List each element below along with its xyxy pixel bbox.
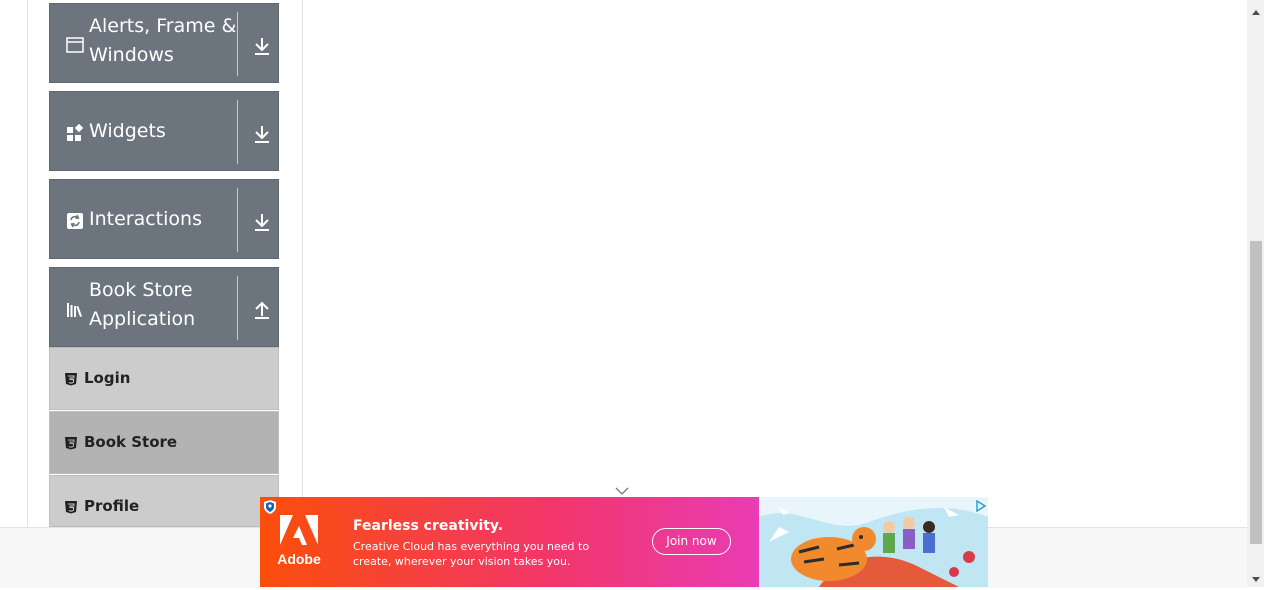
group-header-alerts-frame-windows[interactable]: Alerts, Frame & Windows bbox=[49, 3, 279, 83]
adobe-logo: Adobe bbox=[260, 497, 338, 587]
html5-icon bbox=[64, 436, 78, 450]
widgets-icon bbox=[66, 123, 84, 142]
left-divider bbox=[27, 0, 28, 527]
menu-item-label: Book Store bbox=[84, 433, 178, 451]
group-title: Interactions bbox=[89, 208, 202, 230]
interactions-icon bbox=[66, 212, 84, 230]
scroll-down-icon[interactable] bbox=[1250, 572, 1262, 582]
books-icon bbox=[66, 300, 84, 318]
download-arrow-icon[interactable] bbox=[252, 124, 272, 144]
group-title: Widgets bbox=[89, 120, 166, 142]
ad-body: Creative Cloud has everything you need t… bbox=[353, 540, 590, 568]
content-divider bbox=[302, 0, 303, 527]
window-icon bbox=[66, 36, 84, 54]
scroll-up-icon[interactable] bbox=[1250, 4, 1262, 15]
upload-arrow-icon[interactable] bbox=[252, 300, 272, 320]
download-arrow-icon[interactable] bbox=[252, 36, 272, 56]
ad-brand: Adobe bbox=[277, 551, 321, 567]
html5-icon bbox=[64, 500, 78, 514]
html5-icon bbox=[64, 372, 78, 386]
group-header-widgets[interactable]: Widgets bbox=[49, 91, 279, 171]
header-separator bbox=[237, 276, 238, 340]
group-title: Alerts, Frame & Windows bbox=[89, 15, 237, 66]
join-now-button[interactable]: Join now bbox=[652, 528, 731, 555]
group-header-book-store-application[interactable]: Book Store Application bbox=[49, 267, 279, 347]
menu-item-label: Profile bbox=[84, 497, 140, 515]
menu-item-login[interactable]: Login bbox=[49, 347, 279, 410]
menu-item-profile[interactable]: Profile bbox=[49, 475, 279, 527]
header-separator bbox=[237, 12, 238, 76]
chevron-down-icon[interactable] bbox=[614, 483, 630, 495]
ad-headline: Fearless creativity. bbox=[353, 518, 504, 534]
menu-item-label: Login bbox=[84, 369, 131, 387]
adchoices-icon[interactable] bbox=[974, 499, 987, 513]
download-arrow-icon[interactable] bbox=[252, 212, 272, 232]
advertisement-banner[interactable]: Adobe Fearless creativity. Creative Clou… bbox=[260, 497, 988, 587]
group-header-interactions[interactable]: Interactions bbox=[49, 179, 279, 259]
group-title: Book Store Application bbox=[89, 279, 196, 330]
menu-item-book-store[interactable]: Book Store bbox=[49, 411, 279, 474]
scrollbar-thumb[interactable] bbox=[1250, 241, 1262, 544]
header-separator bbox=[237, 100, 238, 164]
header-separator bbox=[237, 188, 238, 252]
ad-illustration bbox=[759, 497, 988, 587]
